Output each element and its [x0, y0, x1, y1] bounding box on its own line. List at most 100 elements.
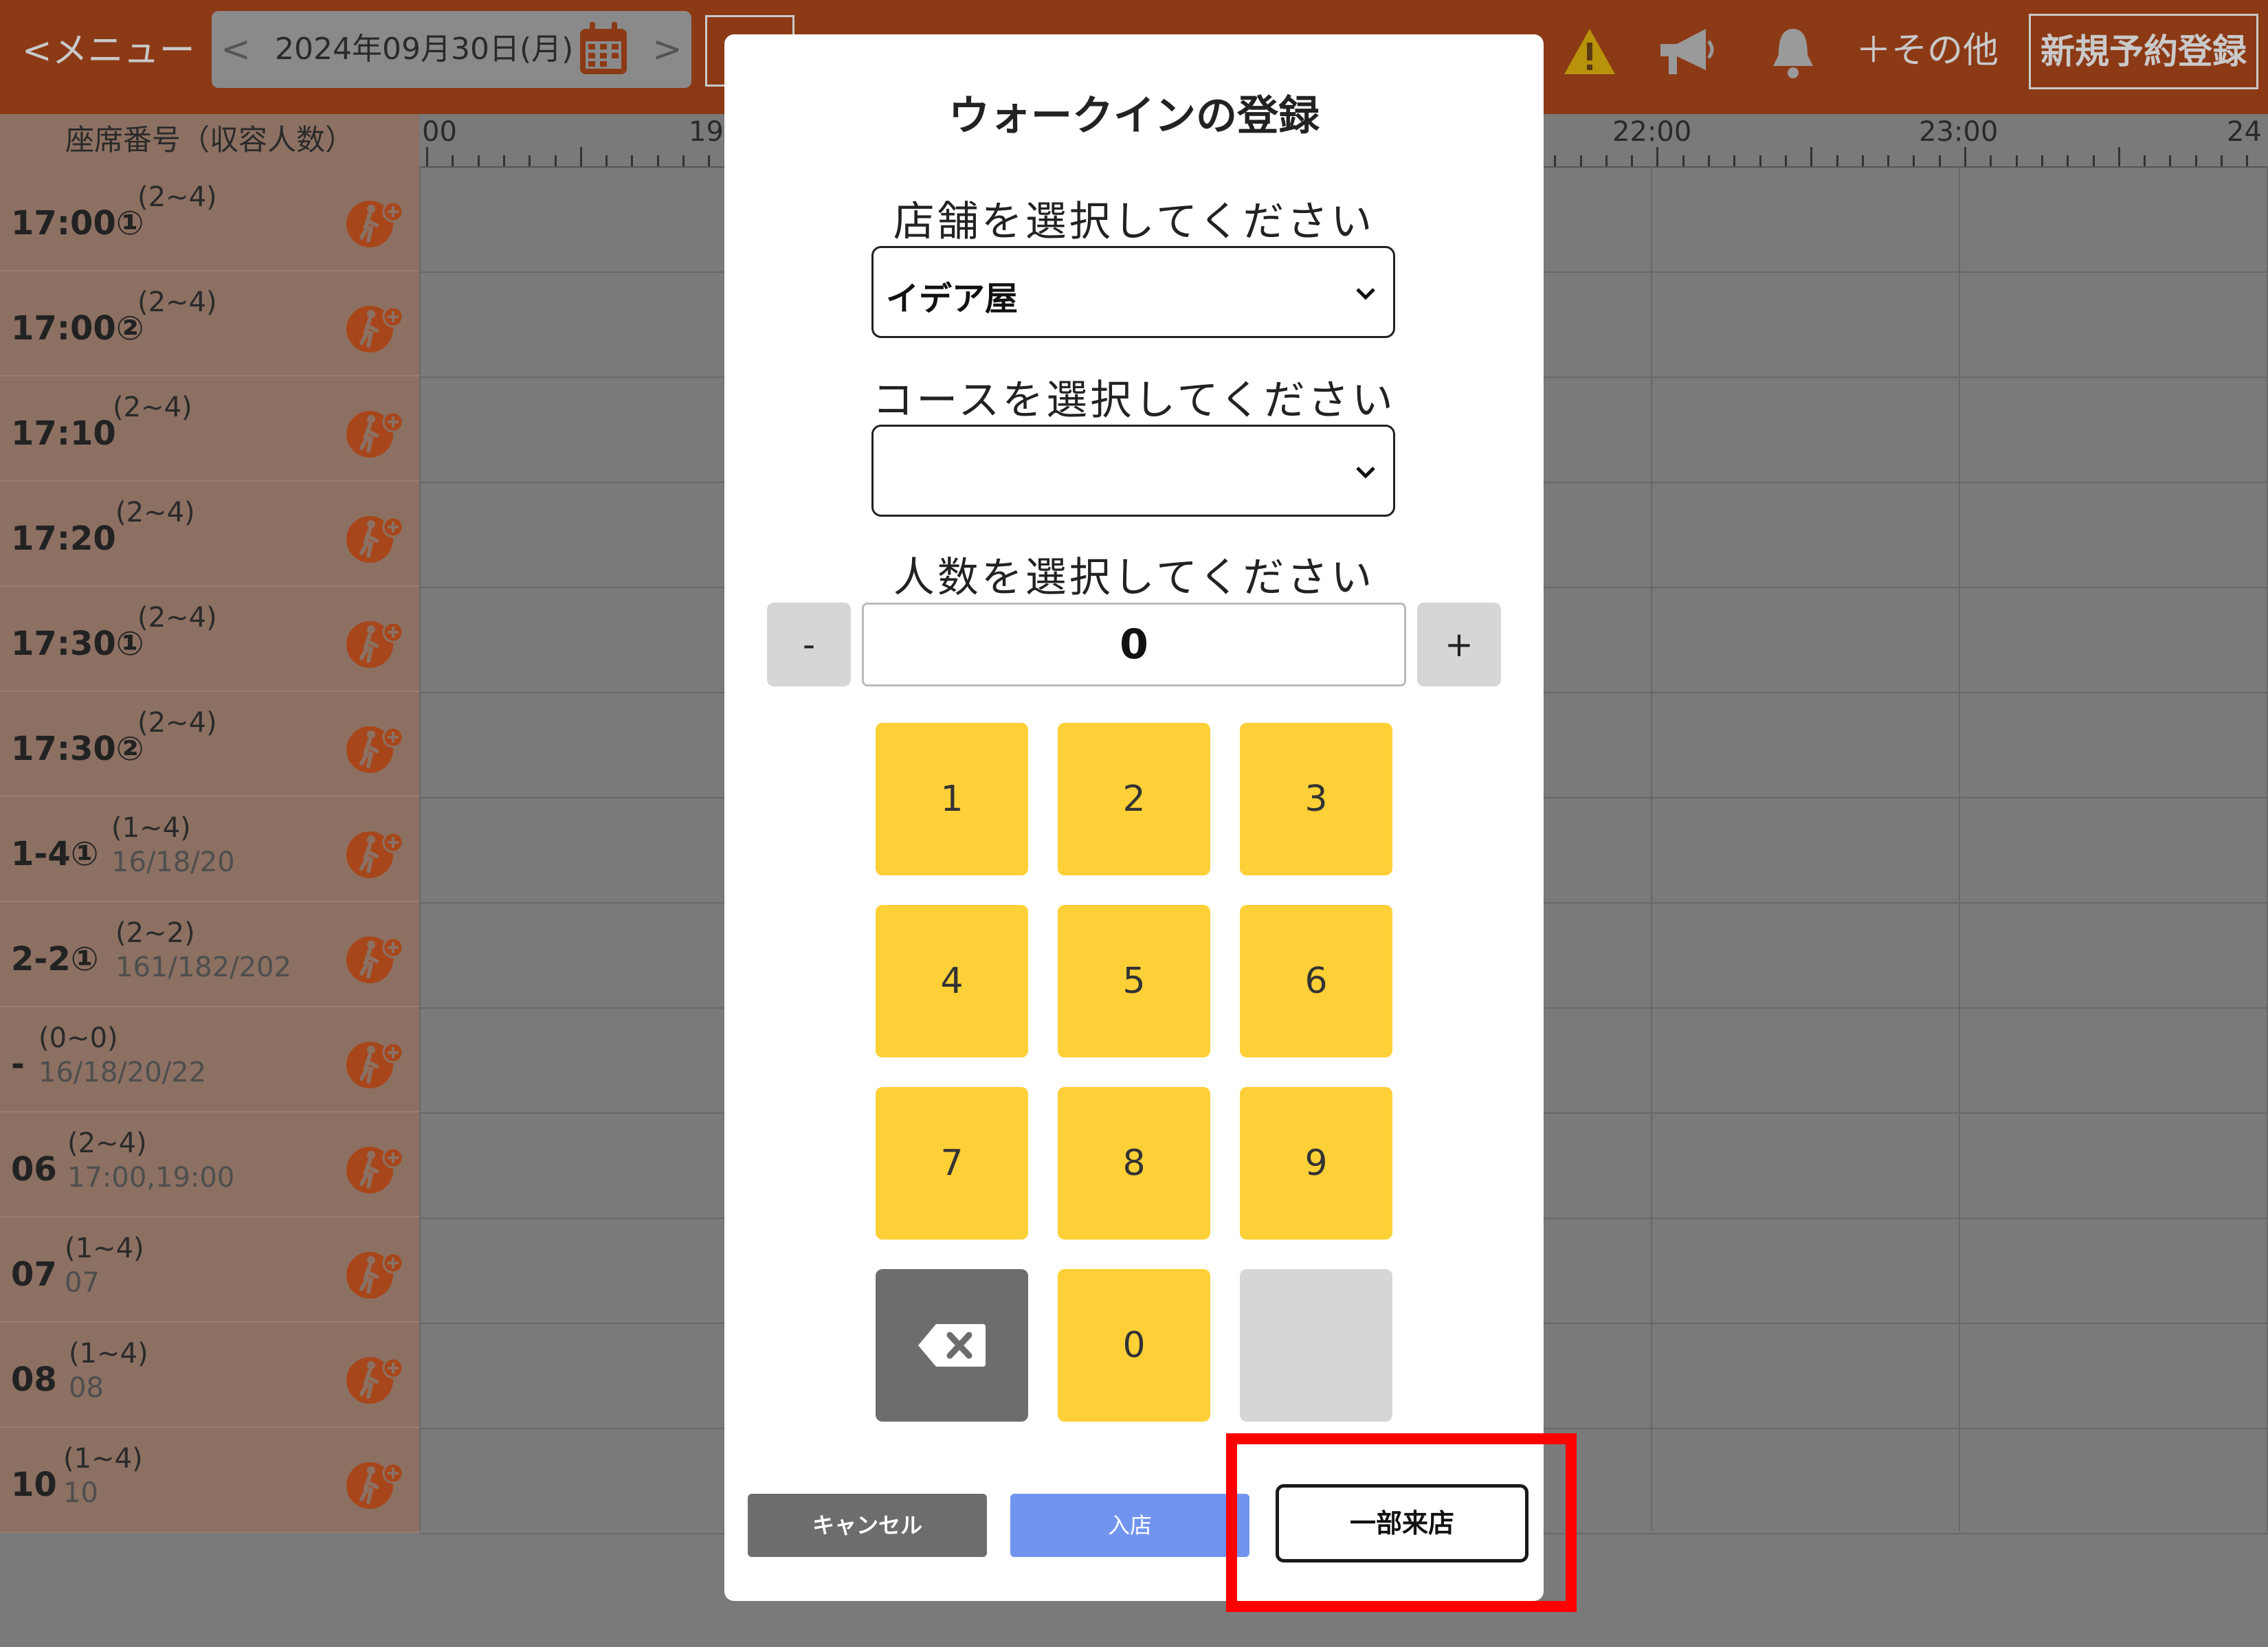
megaphone-icon[interactable] [1656, 25, 1715, 80]
grid-hour-line [1959, 166, 1960, 1531]
chevron-down-icon [1356, 467, 1375, 479]
seat-name: 17:20 [11, 519, 116, 558]
time-tick [2117, 147, 2120, 166]
seat-row[interactable]: - (0~0) 16/18/20/22 [0, 1007, 419, 1112]
seat-times: 08 [69, 1372, 104, 1404]
key-0[interactable]: 0 [1058, 1269, 1210, 1422]
time-tick [1964, 147, 1966, 166]
enter-store-button[interactable]: 入店 [1010, 1494, 1249, 1557]
key-7[interactable]: 7 [876, 1087, 1028, 1240]
seat-times: 10 [63, 1477, 98, 1509]
hour-label: 23:00 [1919, 116, 1999, 148]
key-6[interactable]: 6 [1240, 905, 1392, 1057]
seat-row[interactable]: 2-2① (2~2) 161/182/202 [0, 902, 419, 1007]
seat-row[interactable]: 17:30① (2~4) [0, 587, 419, 692]
time-tick [1887, 155, 1890, 166]
seat-capacity: (1~4) [111, 812, 191, 844]
new-reservation-button[interactable]: 新規予約登録 [2029, 14, 2258, 89]
seat-list: 17:00① (2~4) 17:00② (2~4) 17:10 (2~4) 17:20 (2~… [0, 166, 419, 1533]
backspace-icon [918, 1324, 986, 1367]
people-count-input[interactable]: 0 [862, 603, 1406, 686]
time-tick [1836, 155, 1838, 166]
seat-row[interactable]: 08 (1~4) 08 [0, 1323, 419, 1428]
bell-icon[interactable] [1770, 25, 1816, 80]
seat-name: 2-2① [11, 940, 99, 978]
time-tick [2194, 155, 2197, 166]
course-select[interactable] [871, 425, 1395, 517]
backspace-key[interactable] [876, 1269, 1028, 1422]
walkin-add-icon[interactable] [344, 197, 407, 249]
seat-row[interactable]: 17:00① (2~4) [0, 166, 419, 271]
seat-name: 10 [11, 1466, 57, 1504]
seat-row[interactable]: 1-4① (1~4) 16/18/20 [0, 797, 419, 902]
seat-row[interactable]: 17:10 (2~4) [0, 377, 419, 482]
hour-label: 19 [689, 116, 724, 148]
seat-name: 07 [11, 1255, 57, 1294]
walkin-add-icon[interactable] [344, 1458, 407, 1510]
seat-name: 06 [11, 1150, 57, 1189]
walkin-add-icon[interactable] [344, 932, 407, 985]
time-tick [1605, 155, 1608, 166]
seat-row[interactable]: 10 (1~4) 10 [0, 1428, 419, 1533]
time-tick [426, 147, 428, 166]
time-tick [1759, 155, 1761, 166]
walkin-add-icon[interactable] [344, 722, 407, 774]
date-picker[interactable]: < 2024年09月30日(月) > [212, 11, 691, 88]
walkin-add-icon[interactable] [344, 617, 407, 669]
time-tick [1554, 155, 1557, 166]
warning-icon[interactable] [1563, 27, 1616, 76]
walkin-add-icon[interactable] [344, 1248, 407, 1300]
seat-row[interactable]: 17:30② (2~4) [0, 692, 419, 797]
key-1[interactable]: 1 [876, 723, 1028, 875]
key-9[interactable]: 9 [1240, 1087, 1392, 1240]
walkin-add-icon[interactable] [344, 1353, 407, 1405]
walkin-add-icon[interactable] [344, 1143, 407, 1195]
blank-key [1240, 1269, 1392, 1422]
time-tick [1733, 155, 1736, 166]
walkin-add-icon[interactable] [344, 302, 407, 354]
decrement-button[interactable]: - [767, 603, 851, 686]
seat-capacity: (0~0) [38, 1022, 118, 1054]
chevron-down-icon [1356, 288, 1375, 300]
time-tick [1861, 155, 1864, 166]
seat-name: 17:00① [11, 204, 144, 243]
walkin-add-icon[interactable] [344, 512, 407, 564]
key-3[interactable]: 3 [1240, 723, 1392, 875]
seat-capacity: (2~4) [113, 392, 192, 423]
seat-row[interactable]: 06 (2~4) 17:00,19:00 [0, 1112, 419, 1218]
key-4[interactable]: 4 [876, 905, 1028, 1057]
menu-back-button[interactable]: <メニュー [22, 30, 195, 71]
course-label: コースを選択してください [872, 377, 1396, 425]
increment-button[interactable]: + [1417, 603, 1501, 686]
seat-name: 08 [11, 1360, 57, 1399]
seat-capacity: (2~4) [137, 707, 217, 739]
time-tick [708, 155, 711, 166]
time-tick [2067, 155, 2069, 166]
store-select[interactable]: イデア屋 [871, 246, 1395, 338]
key-5[interactable]: 5 [1058, 905, 1210, 1057]
cancel-button[interactable]: キャンセル [748, 1494, 987, 1557]
seat-row[interactable]: 07 (1~4) 07 [0, 1218, 419, 1323]
walkin-add-icon[interactable] [344, 827, 407, 879]
modal-title: ウォークインの登録 [948, 92, 1320, 140]
prev-day-button[interactable]: < [212, 11, 260, 88]
time-tick [452, 155, 454, 166]
seat-times: 16/18/20 [111, 847, 235, 878]
time-tick [682, 155, 685, 166]
time-tick [1656, 147, 1659, 166]
seat-row[interactable]: 17:20 (2~4) [0, 482, 419, 587]
calendar-icon[interactable] [579, 22, 628, 76]
seat-capacity: (2~4) [137, 287, 217, 318]
more-button[interactable]: ＋その他 [1856, 30, 1999, 71]
seat-row[interactable]: 17:00② (2~4) [0, 271, 419, 377]
time-tick [1990, 155, 1992, 166]
key-8[interactable]: 8 [1058, 1087, 1210, 1240]
walkin-add-icon[interactable] [344, 407, 407, 459]
walkin-add-icon[interactable] [344, 1038, 407, 1090]
key-2[interactable]: 2 [1058, 723, 1210, 875]
time-tick [1810, 147, 1813, 166]
walkin-modal: ウォークインの登録 店舗を選択してください イデア屋 コースを選択してください … [724, 34, 1544, 1601]
time-tick [1938, 155, 1941, 166]
grid-hour-line [419, 166, 421, 1531]
next-day-button[interactable]: > [643, 11, 691, 88]
